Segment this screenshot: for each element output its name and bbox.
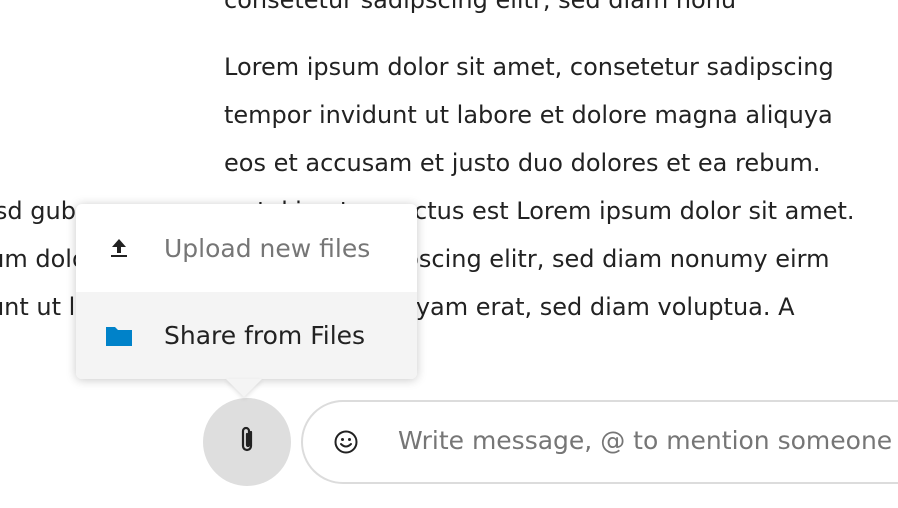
folder-icon [104,321,134,351]
emoji-icon[interactable] [331,427,361,457]
message-placeholder: Write message, @ to mention someone … [398,426,898,455]
message-line: consetetur sadipscing elitr, sed diam no… [224,0,737,14]
paperclip-icon [239,425,255,459]
upload-new-files-item[interactable]: Upload new files [76,204,417,292]
chat-view: consetetur sadipscing elitr, sed diam no… [0,0,898,508]
message-line: eos et accusam et justo duo dolores et e… [224,149,821,177]
upload-new-files-label: Upload new files [164,233,371,263]
message-line: Lorem ipsum dolor sit amet, consetetur s… [224,53,834,81]
share-from-files-item[interactable]: Share from Files [76,292,417,379]
attach-button[interactable] [203,398,291,486]
message-line: tempor invidunt ut labore et dolore magn… [224,101,833,129]
message-input[interactable]: Write message, @ to mention someone … [301,400,898,484]
attachment-menu: Upload new files Share from Files [76,204,417,379]
upload-icon [104,233,134,263]
share-from-files-label: Share from Files [164,321,366,350]
